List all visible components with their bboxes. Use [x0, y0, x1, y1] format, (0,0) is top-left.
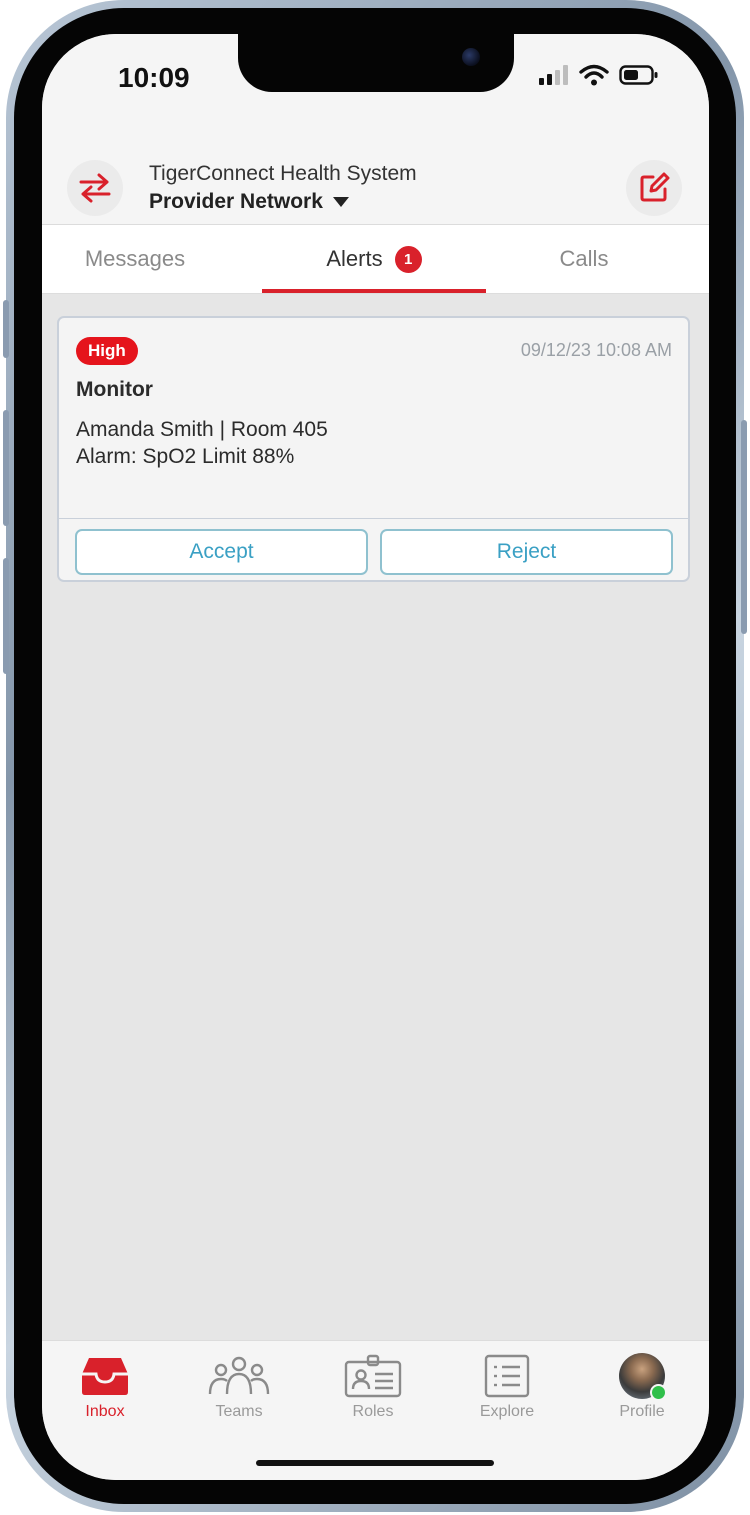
priority-badge: High [76, 337, 138, 365]
battery-icon [619, 65, 658, 85]
roles-icon [344, 1354, 402, 1398]
network-selector[interactable]: Provider Network [149, 190, 349, 214]
home-indicator[interactable] [256, 1460, 494, 1466]
compose-button[interactable] [626, 160, 682, 216]
status-icons [539, 64, 659, 86]
active-tab-indicator [262, 289, 486, 293]
switch-arrows-icon [79, 173, 111, 203]
card-divider [59, 518, 688, 519]
tab-messages[interactable]: Messages [42, 225, 228, 293]
front-camera [462, 48, 480, 66]
signal-icon [539, 65, 568, 85]
avatar [619, 1353, 667, 1401]
tab-alerts[interactable]: Alerts 1 [262, 225, 486, 293]
status-time: 10:09 [118, 62, 190, 93]
alert-patient-room: Amanda Smith | Room 405 [76, 418, 328, 441]
caret-down-icon [332, 197, 349, 207]
volume-up-button [3, 410, 9, 526]
nav-label: Roles [352, 1403, 394, 1420]
alerts-count-badge: 1 [394, 245, 422, 273]
nav-label: Profile [619, 1403, 665, 1420]
nav-profile[interactable]: Profile [587, 1341, 697, 1431]
presence-indicator [650, 1384, 667, 1401]
accept-button[interactable]: Accept [75, 529, 368, 575]
reject-button[interactable]: Reject [380, 529, 673, 575]
nav-inbox[interactable]: Inbox [50, 1341, 160, 1431]
notch [238, 34, 514, 92]
volume-down-button [3, 558, 9, 674]
action-button [3, 300, 9, 358]
app-header: TigerConnect Health System Provider Netw… [42, 124, 709, 225]
nav-label: Explore [479, 1403, 535, 1420]
tab-label: Alerts [326, 246, 383, 271]
nav-explore[interactable]: Explore [452, 1341, 562, 1431]
tab-calls[interactable]: Calls [517, 225, 651, 293]
nav-teams[interactable]: Teams [184, 1341, 294, 1431]
tab-bar: Messages Alerts 1 Calls [42, 225, 709, 294]
switch-org-button[interactable] [67, 160, 123, 216]
wifi-icon [579, 64, 609, 86]
explore-icon [484, 1354, 530, 1398]
org-name: TigerConnect Health System [149, 162, 417, 185]
network-name: Provider Network [149, 190, 323, 213]
inbox-icon [82, 1358, 128, 1395]
nav-roles[interactable]: Roles [318, 1341, 428, 1431]
nav-label: Inbox [85, 1403, 125, 1420]
screen: 10:09 TigerConnect Health System Provide… [42, 34, 709, 1480]
tab-label: Calls [559, 246, 609, 271]
alert-title: Monitor [76, 378, 153, 401]
alert-card[interactable]: High 09/12/23 10:08 AM Monitor Amanda Sm… [57, 316, 690, 582]
power-button [741, 420, 747, 634]
alert-alarm-detail: Alarm: SpO2 Limit 88% [76, 445, 295, 468]
nav-label: Teams [215, 1403, 263, 1420]
bottom-nav: Inbox Teams Roles Explore Profile [42, 1340, 709, 1480]
teams-icon [208, 1356, 270, 1395]
tab-label: Messages [84, 246, 186, 271]
compose-icon [640, 172, 670, 202]
alert-timestamp: 09/12/23 10:08 AM [520, 340, 672, 360]
